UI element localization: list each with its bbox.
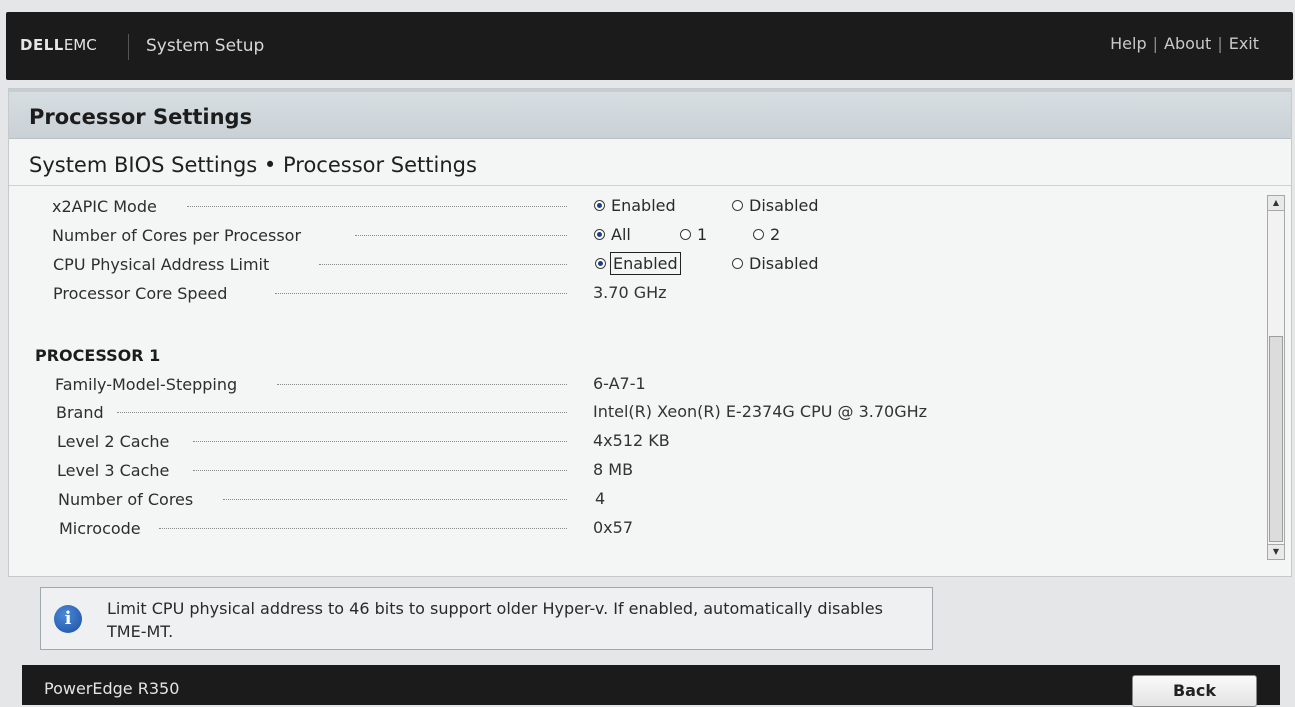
section-heading: PROCESSOR 1: [35, 346, 161, 365]
header-divider: [128, 34, 129, 60]
arrow-up-icon[interactable]: ▲: [1268, 196, 1284, 211]
radio-label: Disabled: [749, 254, 819, 273]
setting-value: 3.70 GHz: [593, 283, 667, 302]
radio-label: All: [611, 225, 631, 244]
info-row-brand: Brand Intel(R) Xeon(R) E-2374G CPU @ 3.7…: [9, 400, 1259, 424]
radio-address-limit-disabled[interactable]: Disabled: [732, 254, 819, 273]
info-row-family: Family-Model-Stepping 6-A7-1: [9, 372, 1259, 396]
link-separator: |: [1217, 34, 1223, 53]
radio-unselected-icon: [732, 258, 743, 269]
info-label: Number of Cores: [58, 489, 194, 509]
back-button[interactable]: Back: [1132, 675, 1257, 707]
setting-row-core-speed: Processor Core Speed 3.70 GHz: [9, 281, 1259, 305]
leader-dots: [223, 499, 567, 500]
info-value: 0x57: [593, 518, 634, 537]
leader-dots: [277, 384, 567, 385]
info-value: 4x512 KB: [593, 431, 670, 450]
panel-header: Processor Settings: [9, 89, 1291, 139]
leader-dots: [159, 528, 567, 529]
setting-row-x2apic: x2APIC Mode Enabled Disabled: [9, 194, 1259, 218]
info-row-l2-cache: Level 2 Cache 4x512 KB: [9, 429, 1259, 453]
leader-dots: [319, 264, 567, 265]
leader-dots: [193, 470, 567, 471]
settings-panel: Processor Settings System BIOS Settings …: [8, 88, 1292, 577]
leader-dots: [187, 206, 567, 207]
radio-unselected-icon: [732, 200, 743, 211]
radio-label: 1: [697, 225, 708, 244]
leader-dots: [355, 235, 567, 236]
help-text: Limit CPU physical address to 46 bits to…: [107, 599, 883, 641]
radio-selected-icon: [595, 258, 606, 269]
radio-unselected-icon: [753, 229, 764, 240]
footer-bar: PowerEdge R350 Back: [22, 665, 1280, 707]
radio-cores-1[interactable]: 1: [680, 225, 707, 244]
radio-x2apic-enabled[interactable]: Enabled: [594, 196, 676, 215]
help-box: i Limit CPU physical address to 46 bits …: [40, 587, 933, 650]
info-value: Intel(R) Xeon(R) E-2374G CPU @ 3.70GHz: [593, 402, 928, 421]
info-label: Level 3 Cache: [57, 460, 170, 480]
info-icon: i: [54, 605, 82, 633]
leader-dots: [275, 293, 567, 294]
radio-label: Enabled: [611, 196, 676, 215]
info-row-microcode: Microcode 0x57: [9, 516, 1259, 540]
app-title: System Setup: [146, 36, 265, 56]
setting-label: CPU Physical Address Limit: [53, 254, 270, 274]
page-title: Processor Settings: [29, 105, 253, 129]
exit-link[interactable]: Exit: [1229, 34, 1259, 53]
scrollbar-thumb[interactable]: [1269, 336, 1283, 542]
info-label: Microcode: [59, 518, 141, 538]
breadcrumb: System BIOS Settings • Processor Setting…: [29, 153, 477, 177]
radio-label: Enabled: [610, 252, 681, 275]
radio-x2apic-disabled[interactable]: Disabled: [732, 196, 819, 215]
arrow-down-icon[interactable]: ▼: [1268, 544, 1284, 559]
radio-label: Disabled: [749, 196, 819, 215]
brand-dell: DELL: [20, 36, 64, 54]
vertical-scrollbar[interactable]: ▲ ▼: [1267, 195, 1285, 560]
about-link[interactable]: About: [1164, 34, 1211, 53]
setting-row-cores-per-processor: Number of Cores per Processor All 1 2: [9, 223, 1259, 247]
link-separator: |: [1152, 34, 1158, 53]
info-value: 6-A7-1: [593, 374, 646, 393]
radio-address-limit-enabled[interactable]: Enabled: [595, 252, 681, 275]
settings-list: x2APIC Mode Enabled Disabled Number of C…: [9, 186, 1261, 571]
info-label: Brand: [56, 402, 104, 422]
info-label: Family-Model-Stepping: [55, 374, 238, 394]
dell-emc-logo: DELLEMC: [20, 36, 97, 54]
info-value: 8 MB: [593, 460, 634, 479]
info-row-l3-cache: Level 3 Cache 8 MB: [9, 458, 1259, 482]
radio-unselected-icon: [680, 229, 691, 240]
setting-label: x2APIC Mode: [52, 196, 157, 216]
help-link[interactable]: Help: [1110, 34, 1146, 53]
info-row-number-of-cores: Number of Cores 4: [9, 487, 1259, 511]
top-bar: DELLEMC System Setup Help | About | Exit: [6, 12, 1293, 80]
brand-emc: EMC: [63, 36, 97, 54]
info-label: Level 2 Cache: [57, 431, 170, 451]
radio-selected-icon: [594, 200, 605, 211]
setting-label: Processor Core Speed: [53, 283, 228, 303]
radio-cores-2[interactable]: 2: [753, 225, 780, 244]
radio-selected-icon: [594, 229, 605, 240]
header-links: Help | About | Exit: [1110, 34, 1259, 53]
system-model: PowerEdge R350: [44, 679, 180, 698]
setting-label: Number of Cores per Processor: [52, 225, 302, 245]
leader-dots: [117, 412, 567, 413]
setting-row-physical-address-limit: CPU Physical Address Limit Enabled Disab…: [9, 252, 1259, 276]
info-value: 4: [595, 489, 606, 508]
radio-cores-all[interactable]: All: [594, 225, 631, 244]
radio-label: 2: [770, 225, 781, 244]
leader-dots: [193, 441, 567, 442]
